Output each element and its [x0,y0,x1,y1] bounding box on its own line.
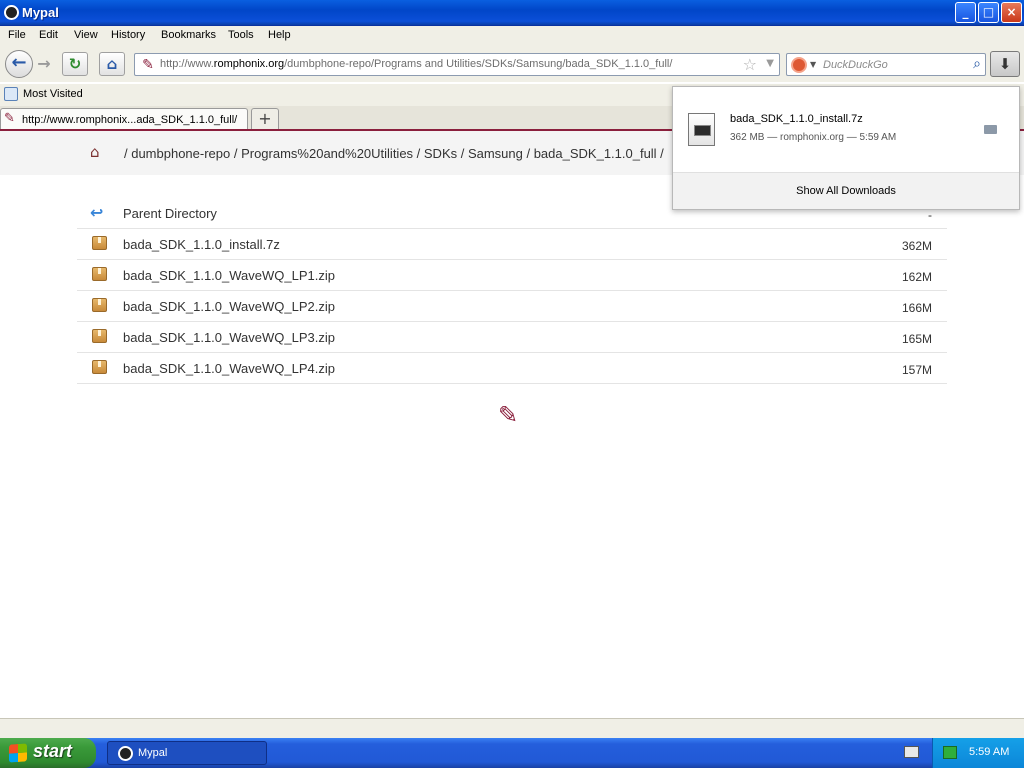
menu-view[interactable]: View [74,29,98,41]
archive-icon [92,267,107,281]
menu-edit[interactable]: Edit [39,29,58,41]
archive-icon [92,298,107,312]
back-button[interactable]: ← [5,50,33,78]
file-name[interactable]: bada_SDK_1.1.0_install.7z [123,237,280,252]
url-text: http://www.romphonix.org/dumbphone-repo/… [160,58,673,70]
archive-file-icon [688,113,715,146]
start-label: start [33,741,73,761]
breadcrumb[interactable]: / dumbphone-repo / Programs%20and%20Util… [124,146,664,161]
file-name[interactable]: bada_SDK_1.1.0_WaveWQ_LP4.zip [123,361,335,376]
taskbar: start Mypal 5:59 AM [0,738,1024,768]
file-size: 157M [901,363,932,377]
list-item[interactable]: bada_SDK_1.1.0_WaveWQ_LP4.zip 157M [77,353,947,384]
file-size: 165M [901,332,932,346]
file-size: 162M [901,270,932,284]
file-size: 166M [901,301,932,315]
file-listing: ↩ Parent Directory - bada_SDK_1.1.0_inst… [77,198,947,384]
download-meta: 362 MB — romphonix.org — 5:59 AM [730,132,897,143]
download-filename: bada_SDK_1.1.0_install.7z [730,113,863,125]
menu-tools[interactable]: Tools [228,29,254,41]
network-icon[interactable] [943,746,957,759]
downloads-panel: bada_SDK_1.1.0_install.7z 362 MB — romph… [672,86,1020,210]
file-name[interactable]: bada_SDK_1.1.0_WaveWQ_LP3.zip [123,330,335,345]
archive-icon [92,236,107,250]
windows-flag-icon [9,743,27,763]
url-bar[interactable]: ✎ http://www.romphonix.org/dumbphone-rep… [134,53,780,76]
menu-help[interactable]: Help [268,29,291,41]
reload-button[interactable]: ↻ [62,52,88,76]
file-name[interactable]: bada_SDK_1.1.0_WaveWQ_LP1.zip [123,268,335,283]
page-content: ⌂ / dumbphone-repo / Programs%20and%20Ut… [0,131,1024,718]
mypal-icon [118,746,133,761]
status-bar [0,718,1024,738]
search-icon[interactable]: ⌕ [973,56,981,72]
archive-icon [92,329,107,343]
system-tray: 5:59 AM [932,738,1024,768]
forward-button[interactable]: → [35,55,53,73]
search-bar[interactable]: ▼ DuckDuckGo ⌕ [786,53,986,76]
parent-arrow-icon: ↩ [90,203,104,222]
file-size: - [928,208,932,222]
bookmark-star-icon[interactable]: ☆ [743,55,757,74]
list-item[interactable]: bada_SDK_1.1.0_install.7z 362M [77,229,947,260]
home-button[interactable]: ⌂ [99,52,125,76]
app-icon [4,5,19,20]
list-item[interactable]: bada_SDK_1.1.0_WaveWQ_LP1.zip 162M [77,260,947,291]
menu-bookmarks[interactable]: Bookmarks [161,29,216,41]
file-name[interactable]: Parent Directory [123,206,217,221]
most-visited-bookmark[interactable]: Most Visited [23,88,83,100]
tab-active[interactable]: ✎ http://www.romphonix...ada_SDK_1.1.0_f… [0,108,248,131]
menu-file[interactable]: File [8,29,26,41]
keyboard-icon[interactable] [904,746,919,758]
most-visited-icon [4,87,18,101]
close-button[interactable]: × [1001,2,1022,23]
window-title: Mypal [22,5,59,20]
minimize-button[interactable]: _ [955,2,976,23]
file-name[interactable]: bada_SDK_1.1.0_WaveWQ_LP2.zip [123,299,335,314]
tab-feather-icon: ✎ [4,111,15,126]
start-button[interactable]: start [0,738,96,768]
downloads-button[interactable]: ⬇ [990,51,1020,77]
home-icon[interactable]: ⌂ [90,144,108,160]
title-bar: Mypal _ □ × [0,0,1024,26]
duckduckgo-icon[interactable] [791,57,807,73]
list-item[interactable]: bada_SDK_1.1.0_WaveWQ_LP3.zip 165M [77,322,947,353]
new-tab-button[interactable]: + [251,108,279,129]
taskbar-item-mypal[interactable]: Mypal [107,741,267,765]
site-feather-icon: ✎ [142,57,154,73]
search-placeholder: DuckDuckGo [823,59,888,71]
menu-bar: File Edit View History Bookmarks Tools H… [0,26,1024,46]
clock[interactable]: 5:59 AM [969,746,1009,758]
list-item[interactable]: bada_SDK_1.1.0_WaveWQ_LP2.zip 166M [77,291,947,322]
taskbar-item-label: Mypal [138,747,168,759]
engine-dropdown-icon[interactable]: ▼ [810,60,816,69]
tab-title: http://www.romphonix...ada_SDK_1.1.0_ful… [22,114,238,126]
url-dropdown-icon[interactable]: ▼ [766,58,774,69]
maximize-button[interactable]: □ [978,2,999,23]
archive-icon [92,360,107,374]
navigation-toolbar: ← → ↻ ⌂ ✎ http://www.romphonix.org/dumbp… [0,46,1024,82]
download-item[interactable]: bada_SDK_1.1.0_install.7z 362 MB — romph… [673,87,1019,172]
file-size: 362M [901,239,932,253]
open-folder-icon[interactable] [984,125,997,134]
menu-history[interactable]: History [111,29,145,41]
show-all-downloads-button[interactable]: Show All Downloads [673,172,1019,209]
feather-logo-icon: ✎ [498,401,519,429]
